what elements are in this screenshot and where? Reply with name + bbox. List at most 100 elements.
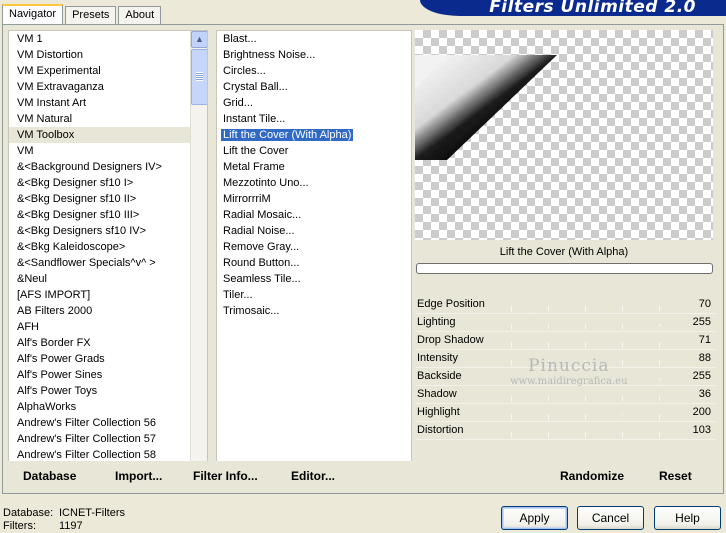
filter-item[interactable]: Radial Mosaic... <box>217 207 411 223</box>
category-item[interactable]: VM Instant Art <box>9 95 207 111</box>
scroll-up-icon[interactable]: ▲ <box>191 31 207 48</box>
category-item[interactable]: &<Bkg Kaleidoscope> <box>9 239 207 255</box>
tab-presets[interactable]: Presets <box>65 6 117 24</box>
category-item[interactable]: VM Toolbox <box>9 127 207 143</box>
category-item[interactable]: VM 1 <box>9 31 207 47</box>
cancel-button[interactable]: Cancel <box>577 506 644 530</box>
filter-item-label: Circles... <box>223 65 266 77</box>
category-item[interactable]: Alf's Border FX <box>9 335 207 351</box>
tab-navigator[interactable]: Navigator <box>2 4 64 25</box>
filter-item[interactable]: Radial Noise... <box>217 223 411 239</box>
filter-list[interactable]: Blast... Brightness Noise... Circles... Cry… <box>216 30 412 485</box>
slider-thumb-icon[interactable] <box>537 361 550 367</box>
filter-item[interactable]: Crystal Ball... <box>217 79 411 95</box>
param-slider[interactable]: Intensity 88 <box>415 350 715 368</box>
database-button-label: Database <box>23 469 77 483</box>
database-button[interactable]: Database <box>23 469 76 483</box>
apply-button[interactable]: Apply <box>501 506 568 530</box>
param-slider[interactable]: Edge Position 70 <box>415 296 715 314</box>
slider-thumb-icon[interactable] <box>655 379 667 385</box>
category-item[interactable]: Alf's Power Sines <box>9 367 207 383</box>
import-button-label: Import... <box>115 469 163 483</box>
param-value: 103 <box>692 424 711 436</box>
slider-thumb-icon[interactable] <box>547 433 560 439</box>
category-item[interactable]: Alf's Power Grads <box>9 351 207 367</box>
filter-item[interactable]: MirrorrriM <box>217 191 411 207</box>
filter-item[interactable]: Seamless Tile... <box>217 271 411 287</box>
param-value: 200 <box>692 406 711 418</box>
category-item[interactable]: VM Natural <box>9 111 207 127</box>
category-scrollbar[interactable]: ▲ ▼ <box>190 31 207 484</box>
category-item[interactable]: &<Bkg Designer sf10 II> <box>9 191 207 207</box>
param-slider[interactable]: Highlight 200 <box>415 404 715 422</box>
filter-item[interactable]: Lift the Cover (With Alpha) <box>217 127 411 143</box>
param-slider[interactable]: Backside 255 <box>415 368 715 386</box>
filter-item-label: Round Button... <box>223 257 300 269</box>
param-slider[interactable]: Shadow 36 <box>415 386 715 404</box>
database-value: ICNET-Filters <box>59 507 125 519</box>
slider-thumb-icon[interactable] <box>655 325 667 331</box>
param-value: 255 <box>692 370 711 382</box>
category-item[interactable]: &<Sandflower Specials^v^ > <box>9 255 207 271</box>
category-item[interactable]: VM <box>9 143 207 159</box>
right-toolbar: Randomize Reset <box>418 461 718 489</box>
param-name: Shadow <box>417 388 457 400</box>
scroll-thumb[interactable] <box>191 49 207 105</box>
category-item[interactable]: &<Background Designers IV> <box>9 159 207 175</box>
category-item[interactable]: AlphaWorks <box>9 399 207 415</box>
category-item[interactable]: &<Bkg Designer sf10 III> <box>9 207 207 223</box>
slider-thumb-icon[interactable] <box>500 397 513 403</box>
category-list[interactable]: VM 1 VM Distortion VM Experimental VM Extra… <box>8 30 208 485</box>
filter-item[interactable]: Grid... <box>217 95 411 111</box>
param-slider[interactable]: Distortion 103 <box>415 422 715 440</box>
page-curl-graphic <box>415 55 557 160</box>
param-slider[interactable]: Lighting 255 <box>415 314 715 332</box>
param-name: Highlight <box>417 406 460 418</box>
progress-bar <box>416 263 713 274</box>
filter-item-label: Radial Mosaic... <box>223 209 302 221</box>
category-item[interactable]: AFH <box>9 319 207 335</box>
filter-item[interactable]: Instant Tile... <box>217 111 411 127</box>
category-item[interactable]: Andrew's Filter Collection 56 <box>9 415 207 431</box>
category-item[interactable]: &Neul <box>9 271 207 287</box>
help-button[interactable]: Help <box>654 506 721 530</box>
reset-button[interactable]: Reset <box>659 469 692 483</box>
import-button[interactable]: Import... <box>115 469 162 483</box>
slider-track <box>475 432 675 438</box>
filter-item-label: Remove Gray... <box>223 241 300 253</box>
param-value: 70 <box>698 298 711 310</box>
randomize-button[interactable]: Randomize <box>560 469 624 483</box>
slider-thumb-icon[interactable] <box>524 307 537 313</box>
param-slider[interactable]: Drop Shadow 71 <box>415 332 715 350</box>
category-item[interactable]: VM Experimental <box>9 63 207 79</box>
filter-item[interactable]: Brightness Noise... <box>217 47 411 63</box>
filter-item[interactable]: Blast... <box>217 31 411 47</box>
filter-item[interactable]: Round Button... <box>217 255 411 271</box>
category-item[interactable]: [AFS IMPORT] <box>9 287 207 303</box>
filter-item[interactable]: Lift the Cover <box>217 143 411 159</box>
database-label: Database: <box>3 507 54 519</box>
category-item[interactable]: &<Bkg Designers sf10 IV> <box>9 223 207 239</box>
filter-info-button[interactable]: Filter Info... <box>193 469 258 483</box>
category-item[interactable]: Andrew's Filter Collection 57 <box>9 431 207 447</box>
filter-item-label: Brightness Noise... <box>223 49 316 61</box>
tab-about[interactable]: About <box>118 6 162 24</box>
param-name: Distortion <box>417 424 464 436</box>
category-item[interactable]: AB Filters 2000 <box>9 303 207 319</box>
filter-item[interactable]: Remove Gray... <box>217 239 411 255</box>
filter-item-label: Trimosaic... <box>223 305 280 317</box>
filter-item[interactable]: Tiler... <box>217 287 411 303</box>
category-item[interactable]: VM Extravaganza <box>9 79 207 95</box>
filter-item[interactable]: Trimosaic... <box>217 303 411 319</box>
filter-item[interactable]: Circles... <box>217 63 411 79</box>
editor-button[interactable]: Editor... <box>291 469 335 483</box>
filter-item[interactable]: Mezzotinto Uno... <box>217 175 411 191</box>
filter-item[interactable]: Metal Frame <box>217 159 411 175</box>
category-item[interactable]: VM Distortion <box>9 47 207 63</box>
preview-image <box>415 30 713 240</box>
category-item[interactable]: &<Bkg Designer sf10 I> <box>9 175 207 191</box>
category-item[interactable]: Alf's Power Toys <box>9 383 207 399</box>
slider-thumb-icon[interactable] <box>616 415 629 421</box>
parameter-sliders: Edge Position 70 Lighting 255 Drop Shadow 71 I… <box>415 296 715 440</box>
slider-thumb-icon[interactable] <box>525 343 538 349</box>
